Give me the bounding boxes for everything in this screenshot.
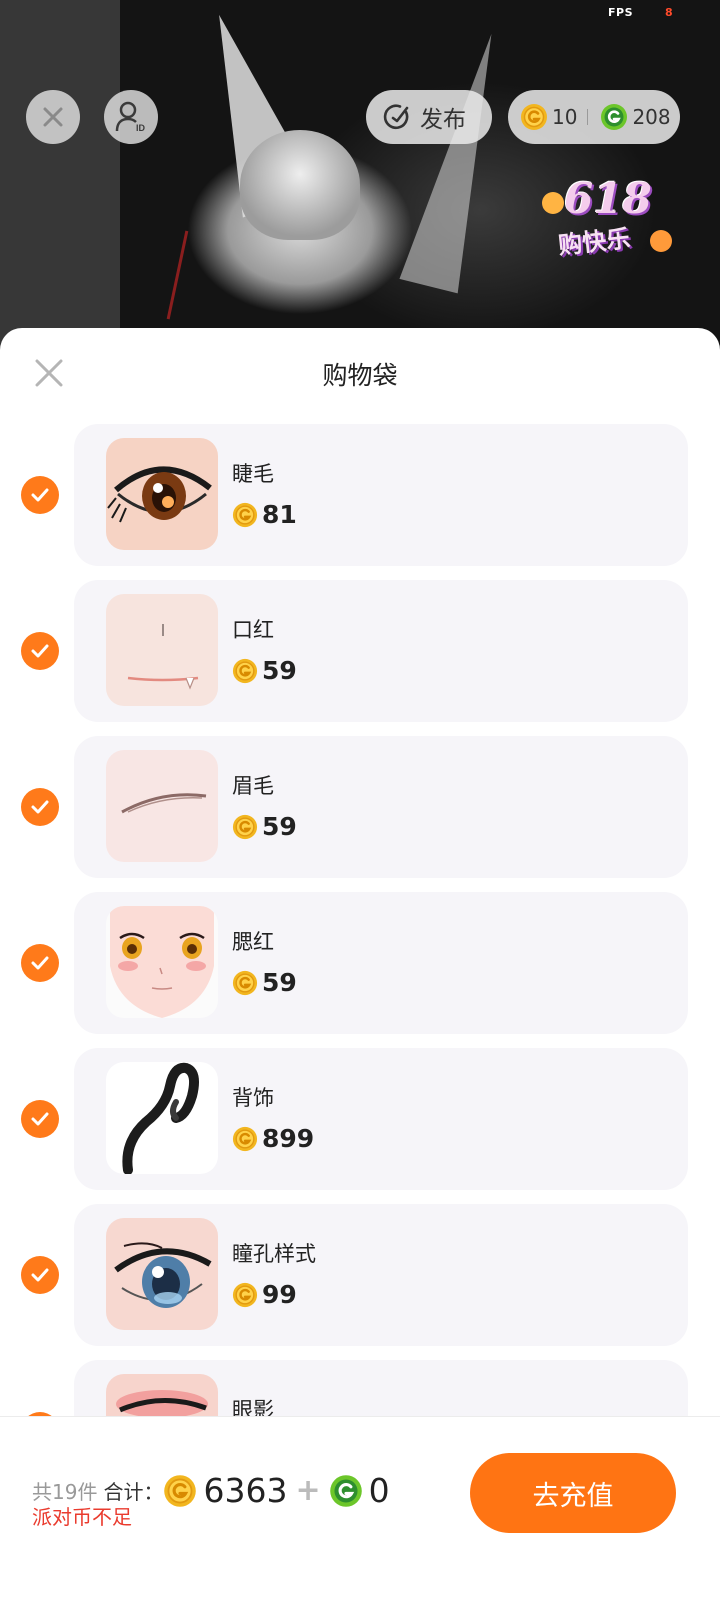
item-price-value: 59 (262, 812, 297, 841)
eyelash-thumbnail (106, 438, 218, 550)
promo-badge-number: 618 (564, 174, 652, 223)
fps-label: FPS (608, 6, 633, 19)
party-coin-icon (232, 1126, 258, 1151)
party-coin-balance: 10 (552, 105, 578, 129)
pupil-thumbnail (106, 1218, 218, 1330)
cart-item-card[interactable]: 口红 59 (74, 580, 688, 722)
item-price-value: 59 (262, 968, 297, 997)
check-icon (31, 956, 49, 970)
item-price-value: 81 (262, 500, 297, 529)
publish-button[interactable]: 发布 (366, 90, 492, 144)
publish-icon (383, 104, 409, 130)
cart-item-card[interactable]: 背饰 899 (74, 1048, 688, 1190)
item-price-value: 59 (262, 656, 297, 685)
fps-value: 8 (665, 6, 674, 19)
check-icon (31, 800, 49, 814)
item-checkbox[interactable] (21, 788, 59, 826)
cart-item: 睫毛 81 (0, 424, 720, 580)
plus-sign: + (295, 1473, 321, 1508)
check-icon (31, 488, 49, 502)
item-price: 59 (232, 656, 297, 685)
item-name: 背饰 (232, 1086, 274, 1110)
item-name: 腮红 (232, 930, 274, 954)
cart-item-card[interactable]: 睫毛 81 (74, 424, 688, 566)
check-icon (31, 644, 49, 658)
item-checkbox[interactable] (21, 1100, 59, 1138)
cart-item: 腮红 59 (0, 892, 720, 1048)
item-checkbox[interactable] (21, 944, 59, 982)
party-coin-icon (164, 1474, 197, 1507)
item-price-value: 899 (262, 1124, 315, 1153)
party-coin-icon (232, 658, 258, 683)
item-checkbox[interactable] (21, 1256, 59, 1294)
eyebrow-thumbnail (106, 750, 218, 862)
item-price: 899 (232, 1124, 314, 1153)
cart-item: 瞳孔样式 99 (0, 1204, 720, 1360)
back-accessory-thumbnail (106, 1062, 218, 1174)
checkout-bar: 共19件 合计： 6363 + 0 派对币不足 去充值 (0, 1416, 720, 1600)
balance-divider (587, 109, 589, 125)
g-coin-icon (329, 1474, 362, 1507)
item-checkbox[interactable] (21, 476, 59, 514)
cart-item-card[interactable]: 眉毛 59 (74, 736, 688, 878)
user-id-icon: ID (115, 101, 146, 133)
item-price: 99 (232, 1280, 297, 1309)
item-name: 口红 (232, 618, 274, 642)
svg-text:ID: ID (136, 123, 146, 133)
party-coin-icon (232, 1282, 258, 1307)
item-name: 眉毛 (232, 774, 274, 798)
insufficient-funds-warning: 派对币不足 (32, 1505, 132, 1529)
item-price: 59 (232, 968, 297, 997)
party-coin-icon (232, 970, 258, 995)
item-price-value: 99 (262, 1280, 297, 1309)
close-icon (43, 107, 63, 127)
cart-item-card[interactable]: 瞳孔样式 99 (74, 1204, 688, 1346)
check-icon (31, 1268, 49, 1282)
party-coin-icon (521, 104, 547, 130)
g-coin-total: 0 (368, 1471, 390, 1510)
recharge-button[interactable]: 去充值 (470, 1453, 676, 1533)
cart-item: 背饰 899 (0, 1048, 720, 1204)
cart-item: 眉毛 59 (0, 736, 720, 892)
blush-thumbnail (106, 906, 218, 1018)
item-price: 59 (232, 812, 297, 841)
item-name: 睫毛 (232, 462, 274, 486)
publish-label: 发布 (420, 107, 466, 133)
promo-badge-text: 购快乐 (556, 224, 632, 260)
promo-618-badge[interactable]: 618 购快乐 (538, 168, 678, 268)
check-icon (31, 1112, 49, 1126)
item-checkbox[interactable] (21, 632, 59, 670)
fps-counter: FPS 8 (608, 6, 673, 19)
shopping-bag-sheet: 购物袋 睫毛 81 口红 59 眉毛 59 腮红 59 背饰 899 瞳孔样式 … (0, 328, 720, 1600)
sheet-title: 购物袋 (322, 361, 398, 390)
profile-id-button[interactable]: ID (104, 90, 158, 144)
g-coin-icon (601, 104, 628, 130)
cart-item: 口红 59 (0, 580, 720, 736)
g-coin-balance: 208 (632, 105, 671, 129)
cart-item-list[interactable]: 睫毛 81 口红 59 眉毛 59 腮红 59 背饰 899 瞳孔样式 99 眼… (0, 424, 720, 1516)
party-coin-icon (232, 502, 258, 527)
party-coin-icon (232, 814, 258, 839)
item-price: 81 (232, 500, 297, 529)
cart-item-card[interactable]: 腮红 59 (74, 892, 688, 1034)
party-coin-total: 6363 (203, 1471, 288, 1510)
lipstick-thumbnail (106, 594, 218, 706)
currency-balance[interactable]: 10 208 (508, 90, 680, 144)
item-name: 瞳孔样式 (232, 1242, 316, 1266)
close-button[interactable] (26, 90, 80, 144)
